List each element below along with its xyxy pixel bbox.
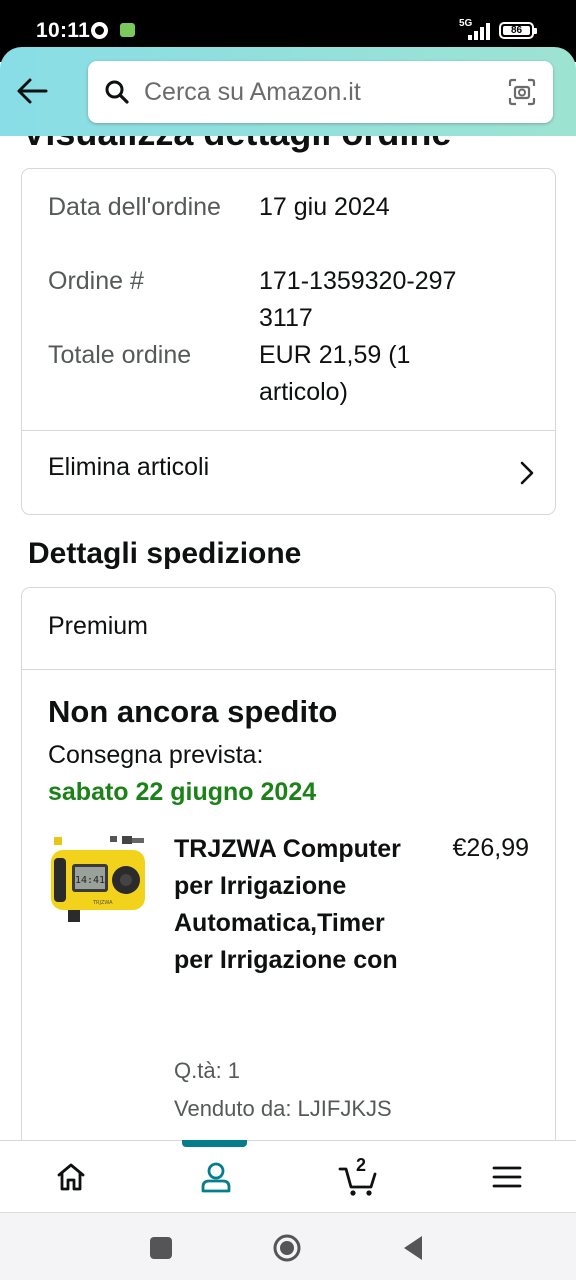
order-summary-card: Data dell'ordine 17 giu 2024 Ordine # 17…	[21, 168, 556, 515]
delivery-label: Consegna prevista:	[48, 741, 264, 769]
search-input[interactable]	[144, 61, 484, 123]
product-image[interactable]: 14:41 TRJZWA	[48, 836, 148, 930]
shipment-status: Non ancora spedito	[48, 694, 338, 729]
recents-button[interactable]	[146, 1233, 176, 1263]
order-total-value: EUR 21,59 (1 articolo)	[259, 341, 411, 406]
order-number-value: 171-1359320-2973117	[259, 267, 457, 332]
card-divider	[22, 669, 555, 670]
account-icon	[201, 1162, 231, 1193]
app-notification-icon	[120, 23, 135, 37]
product-price: €26,99	[452, 834, 529, 862]
app-header	[0, 47, 576, 136]
back-button[interactable]	[398, 1233, 428, 1263]
back-arrow-icon[interactable]	[14, 73, 50, 109]
chevron-right-icon	[520, 461, 534, 485]
product-seller: Venduto da: LJIFJKJS	[174, 1096, 392, 1121]
order-date-value: 17 giu 2024	[259, 193, 390, 221]
shipping-section-title: Dettagli spedizione	[28, 537, 302, 570]
camera-search-icon[interactable]	[507, 77, 537, 107]
order-total-label: Totale ordine	[48, 341, 192, 369]
order-details-content: Visualizza dettagli ordine Data dell'ord…	[0, 0, 576, 1140]
nav-account[interactable]	[160, 1141, 270, 1213]
remove-items-button[interactable]: Elimina articoli	[22, 431, 555, 515]
search-icon	[105, 80, 129, 104]
signal-icon	[466, 22, 492, 40]
nav-home[interactable]	[15, 1141, 125, 1213]
shipment-card: Premium Non ancora spedito Consegna prev…	[21, 587, 556, 1140]
battery-level: 86	[503, 26, 530, 36]
svg-text:TRJZWA: TRJZWA	[92, 900, 113, 906]
nav-cart[interactable]	[304, 1141, 414, 1213]
product-title-link[interactable]: TRJZWA Computer per Irrigazione Automati…	[174, 831, 419, 979]
menu-icon	[492, 1166, 522, 1188]
order-number-label: Ordine #	[48, 267, 144, 295]
search-bar[interactable]	[88, 61, 553, 123]
whatsapp-notification-icon	[91, 22, 108, 39]
cart-count-badge: 2	[356, 1155, 367, 1175]
nav-menu[interactable]	[451, 1141, 561, 1213]
home-button[interactable]	[272, 1233, 302, 1263]
shipping-method: Premium	[48, 612, 149, 640]
delivery-date: sabato 22 giugno 2024	[48, 778, 317, 806]
order-date-label: Data dell'ordine	[48, 193, 221, 221]
remove-items-label: Elimina articoli	[48, 453, 210, 481]
bottom-navigation: 2	[0, 1140, 576, 1212]
status-time: 10:11	[36, 19, 91, 42]
home-icon	[57, 1163, 85, 1191]
battery-icon: 86	[499, 22, 537, 39]
product-quantity: Q.tà: 1	[174, 1058, 241, 1083]
system-navigation-bar	[0, 1212, 576, 1280]
svg-text:14:41: 14:41	[75, 875, 105, 886]
